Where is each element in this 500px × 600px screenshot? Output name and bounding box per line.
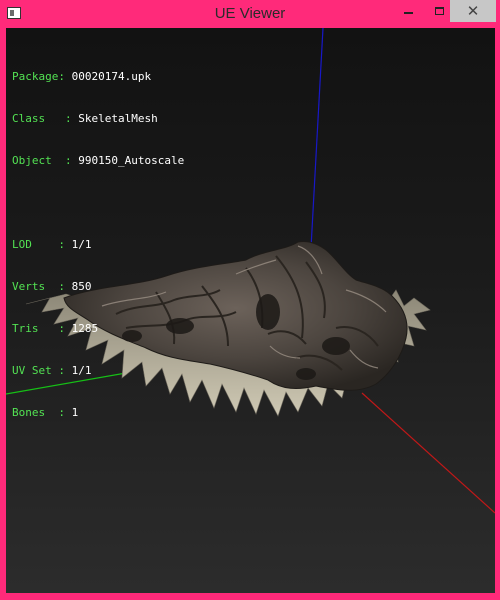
info-lod-row: LOD : 1/1 — [12, 238, 184, 252]
info-value: 1/1 — [71, 364, 92, 377]
info-package-row: Package: 00020174.upk — [12, 70, 184, 84]
info-object-row: Object : 990150_Autoscale — [12, 154, 184, 168]
info-value: SkeletalMesh — [78, 112, 158, 125]
info-class-row: Class : SkeletalMesh — [12, 112, 184, 126]
mesh-info-overlay: Package: 00020174.upk Class : SkeletalMe… — [12, 42, 184, 448]
info-label: Bones : — [12, 406, 72, 419]
info-label: Object : — [12, 154, 79, 167]
info-label: UV Set : — [12, 364, 72, 377]
close-button[interactable]: ✕ — [450, 0, 496, 22]
axis-z-line — [310, 28, 324, 249]
info-label: LOD : — [12, 238, 72, 251]
info-label: Class : — [12, 112, 79, 125]
title-bar[interactable]: UE Viewer ✕ — [0, 0, 500, 28]
info-bones-row: Bones : 1 — [12, 406, 184, 420]
maximize-icon — [434, 7, 444, 15]
axis-x-line — [361, 392, 495, 514]
info-label: Package: — [12, 70, 72, 83]
info-value: 1/1 — [71, 238, 92, 251]
info-label: Verts : — [12, 280, 72, 293]
info-value: 00020174.upk — [71, 70, 152, 83]
info-tris-row: Tris : 1285 — [12, 322, 184, 336]
info-value: 1285 — [71, 322, 99, 335]
info-uvset-row: UV Set : 1/1 — [12, 364, 184, 378]
info-label: Tris : — [12, 322, 72, 335]
info-value: 850 — [71, 280, 92, 293]
minimize-button[interactable] — [393, 0, 423, 22]
minimize-icon — [403, 12, 413, 14]
info-value: 990150_Autoscale — [78, 154, 185, 167]
info-value: 1 — [71, 406, 79, 419]
ue-viewer-window: UE Viewer ✕ Package: 00020174.upk Class … — [0, 0, 500, 600]
info-verts-row: Verts : 850 — [12, 280, 184, 294]
3d-viewport[interactable]: Package: 00020174.upk Class : SkeletalMe… — [6, 28, 495, 593]
close-icon: ✕ — [466, 2, 480, 20]
